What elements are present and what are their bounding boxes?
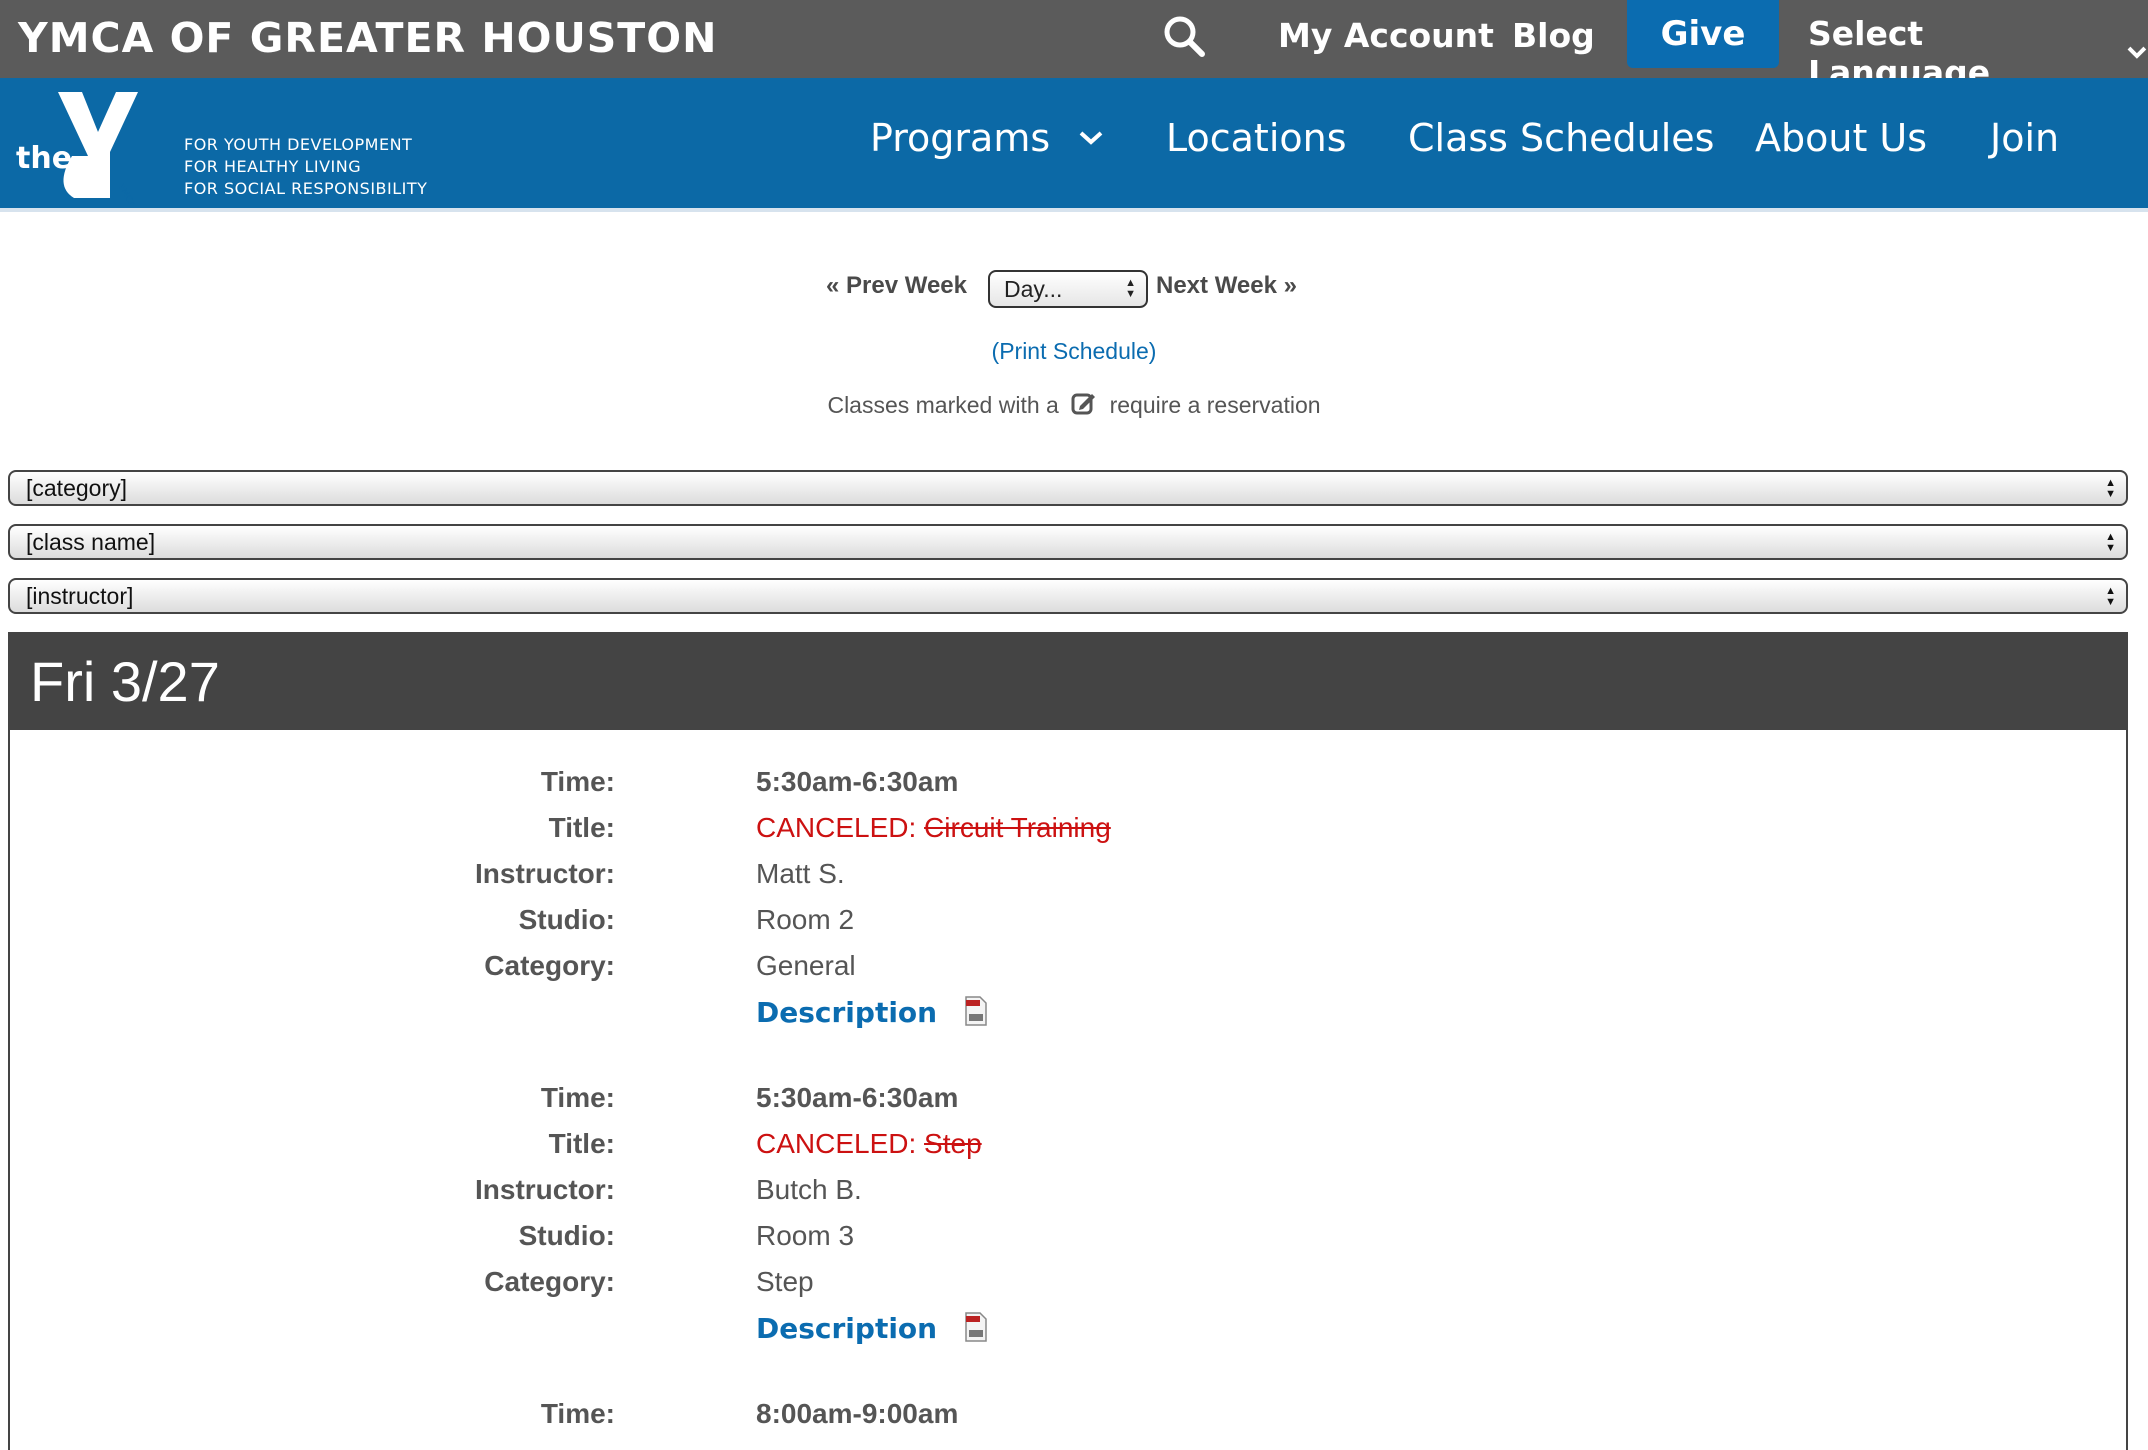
search-icon[interactable] — [1160, 12, 1210, 62]
category-filter-select[interactable]: [category] ▲ ▼ — [8, 470, 2128, 506]
nav-about-us[interactable]: About Us — [1755, 116, 1927, 160]
class-title: CANCELED: Step — [756, 1128, 982, 1160]
instructor-filter-select[interactable]: [instructor] ▲ ▼ — [8, 578, 2128, 614]
category-label: Category: — [484, 1266, 615, 1297]
title-label: Title: — [548, 1128, 615, 1159]
description-link[interactable]: Description — [756, 1312, 937, 1345]
class-name-filter-select[interactable]: [class name] ▲ ▼ — [8, 524, 2128, 560]
canceled-class-name: Circuit Training — [924, 812, 1111, 843]
class-instructor-row: Instructor: Matt S. — [0, 858, 2148, 898]
time-label: Time: — [540, 1398, 615, 1429]
chevron-down-icon — [1079, 131, 1103, 145]
class-instructor: Butch B. — [756, 1174, 862, 1205]
title-label: Title: — [548, 812, 615, 843]
class-category: Step — [756, 1266, 814, 1297]
class-studio-row: Studio: Room 2 — [0, 904, 2148, 944]
day-header-title: Fri 3/27 — [30, 649, 220, 713]
select-arrows-icon: ▲ ▼ — [2105, 477, 2116, 500]
day-select[interactable]: Day... ▲ ▼ — [988, 270, 1148, 308]
chevron-down-icon — [2127, 46, 2147, 59]
class-studio: Room 2 — [756, 904, 855, 935]
class-description-row: Description — [0, 1312, 2148, 1352]
main-navigation: the YMCA FOR YOUTH DEVELOPMENT FOR HEALT… — [0, 78, 2148, 208]
class-title-row: Title: CANCELED: Circuit Training — [0, 812, 2148, 852]
select-arrows-icon: ▲ ▼ — [2105, 585, 2116, 608]
class-instructor: Matt S. — [756, 858, 845, 889]
give-button[interactable]: Give — [1627, 0, 1779, 68]
logo-the-text: the — [16, 141, 72, 176]
nav-programs[interactable]: Programs — [870, 116, 1104, 160]
class-description-group: Description — [756, 1312, 987, 1345]
class-studio: Room 3 — [756, 1220, 855, 1251]
class-title: CANCELED: Circuit Training — [756, 812, 1111, 844]
blog-link[interactable]: Blog — [1512, 16, 1595, 55]
day-select-value: Day... — [1004, 275, 1063, 302]
top-utility-bar: YMCA OF GREATER HOUSTON My Account Blog … — [0, 0, 2148, 92]
brand-name[interactable]: YMCA OF GREATER HOUSTON — [18, 14, 717, 62]
logo-ymca-text: YMCA — [115, 182, 137, 204]
my-account-link[interactable]: My Account — [1278, 16, 1494, 55]
calendar-download-icon[interactable] — [965, 996, 987, 1026]
reservation-edit-icon — [1071, 393, 1096, 415]
time-label: Time: — [540, 766, 615, 797]
reservation-note-before: Classes marked with a — [827, 392, 1059, 418]
class-title-row: Title: CANCELED: Step — [0, 1128, 2148, 1168]
class-name-filter-value: [class name] — [26, 528, 156, 555]
class-category-row: Category: General — [0, 950, 2148, 990]
class-time: 8:00am-9:00am — [756, 1398, 959, 1429]
ymca-logo[interactable]: the YMCA — [14, 86, 174, 204]
nav-divider — [0, 208, 2148, 212]
day-header: Fri 3/27 — [8, 632, 2128, 730]
prev-week-link[interactable]: « Prev Week — [826, 272, 967, 300]
nav-class-schedules[interactable]: Class Schedules — [1408, 116, 1714, 160]
reservation-note: Classes marked with a require a reservat… — [0, 390, 2148, 419]
time-label: Time: — [540, 1082, 615, 1113]
class-time-row: Time: 5:30am-6:30am — [0, 1082, 2148, 1122]
next-week-link[interactable]: Next Week » — [1156, 272, 1297, 300]
reservation-note-after: require a reservation — [1109, 392, 1321, 418]
nav-join[interactable]: Join — [1990, 116, 2059, 160]
calendar-download-icon[interactable] — [965, 1312, 987, 1342]
canceled-class-name: Step — [924, 1128, 982, 1159]
canceled-prefix: CANCELED: — [756, 812, 917, 843]
class-description-row: Description — [0, 996, 2148, 1036]
tagline-line: FOR SOCIAL RESPONSIBILITY — [184, 179, 428, 198]
studio-label: Studio: — [518, 904, 615, 935]
class-time-row: Time: 5:30am-6:30am — [0, 766, 2148, 806]
logo-tagline: FOR YOUTH DEVELOPMENT FOR HEALTHY LIVING… — [184, 134, 427, 200]
nav-programs-label: Programs — [870, 116, 1051, 160]
nav-locations[interactable]: Locations — [1166, 116, 1347, 160]
class-time: 5:30am-6:30am — [756, 1082, 959, 1113]
print-schedule-link: (Print Schedule) — [0, 338, 2148, 365]
select-arrows-icon: ▲ ▼ — [2105, 531, 2116, 554]
studio-label: Studio: — [518, 1220, 615, 1251]
instructor-filter-value: [instructor] — [26, 582, 134, 609]
category-label: Category: — [484, 950, 615, 981]
category-filter-value: [category] — [26, 474, 127, 501]
instructor-label: Instructor: — [475, 1174, 615, 1205]
class-studio-row: Studio: Room 3 — [0, 1220, 2148, 1260]
description-link[interactable]: Description — [756, 996, 937, 1029]
class-category: General — [756, 950, 856, 981]
instructor-label: Instructor: — [475, 858, 615, 889]
class-time: 5:30am-6:30am — [756, 766, 959, 797]
tagline-line: FOR HEALTHY LIVING — [184, 157, 362, 176]
print-schedule-text[interactable]: (Print Schedule) — [992, 338, 1157, 364]
class-time-row: Time: 8:00am-9:00am — [0, 1398, 2148, 1438]
tagline-line: FOR YOUTH DEVELOPMENT — [184, 135, 413, 154]
select-arrows-icon: ▲ ▼ — [1125, 277, 1136, 300]
class-instructor-row: Instructor: Butch B. — [0, 1174, 2148, 1214]
class-description-group: Description — [756, 996, 987, 1029]
canceled-prefix: CANCELED: — [756, 1128, 917, 1159]
class-category-row: Category: Step — [0, 1266, 2148, 1306]
